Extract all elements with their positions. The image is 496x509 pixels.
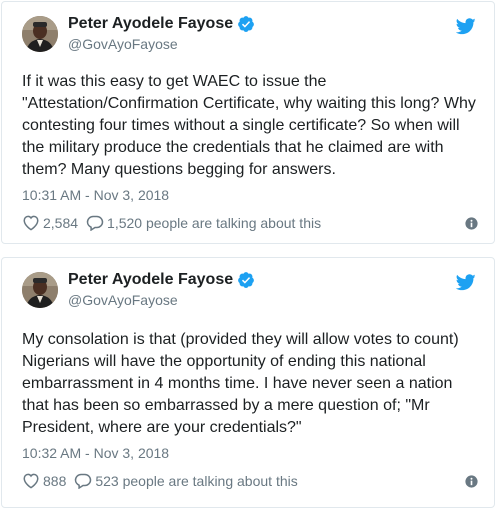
reply-conversation-link[interactable]: 1,520 people are talking about this	[86, 214, 322, 232]
tweet-card[interactable]: Peter Ayodele Fayose @GovAyoFayose My co…	[1, 257, 495, 508]
heart-icon	[22, 214, 40, 231]
info-icon[interactable]	[465, 475, 478, 488]
twitter-bird-icon[interactable]	[455, 18, 476, 35]
tweet-timestamp[interactable]: 10:32 AM - Nov 3, 2018	[22, 445, 169, 461]
like-button[interactable]: 888	[22, 472, 66, 489]
author-name[interactable]: Peter Ayodele Fayose	[68, 271, 233, 289]
info-icon[interactable]	[465, 217, 478, 230]
author-handle[interactable]: @GovAyoFayose	[68, 292, 178, 308]
author-handle[interactable]: @GovAyoFayose	[68, 36, 178, 52]
like-count: 2,584	[43, 214, 79, 231]
verified-icon	[237, 271, 255, 289]
like-count: 888	[43, 472, 67, 489]
author-name[interactable]: Peter Ayodele Fayose	[68, 15, 233, 33]
tweet-card[interactable]: Peter Ayodele Fayose @GovAyoFayose If it…	[1, 1, 495, 244]
talking-count: 523 people are talking about this	[95, 472, 298, 489]
tweet-actions: 888 523 people are talking about this	[22, 472, 478, 490]
tweet-text: My consolation is that (provided they wi…	[22, 331, 459, 436]
talking-count: 1,520 people are talking about this	[107, 214, 322, 231]
reply-icon	[86, 214, 104, 232]
avatar[interactable]	[22, 272, 58, 308]
heart-icon	[22, 472, 40, 489]
avatar[interactable]	[22, 16, 58, 52]
tweet-timestamp[interactable]: 10:31 AM - Nov 3, 2018	[22, 187, 169, 203]
verified-icon	[237, 15, 255, 33]
tweet-text: If it was this easy to get WAEC to issue…	[22, 73, 476, 178]
tweet-actions: 2,584 1,520 people are talking about thi…	[22, 214, 478, 232]
like-button[interactable]: 2,584	[22, 214, 78, 231]
twitter-bird-icon[interactable]	[455, 274, 476, 291]
reply-icon	[74, 472, 92, 490]
reply-conversation-link[interactable]: 523 people are talking about this	[74, 472, 298, 490]
